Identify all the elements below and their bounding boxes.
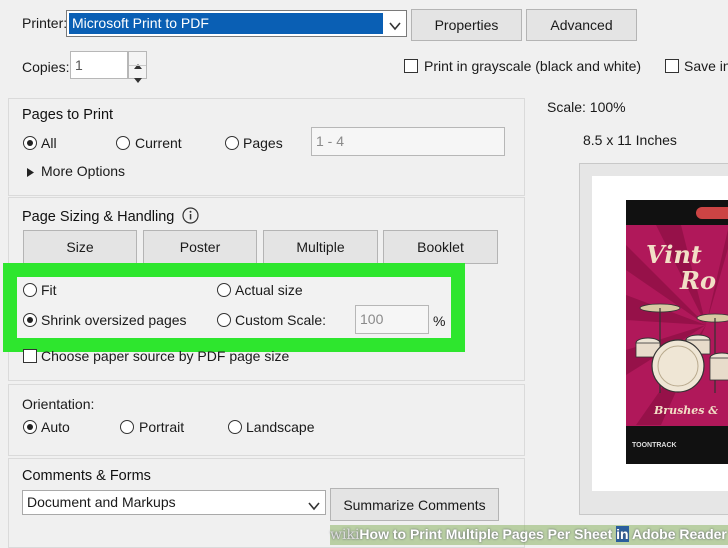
- advanced-button[interactable]: Advanced: [526, 9, 637, 41]
- pages-to-print-heading: Pages to Print: [22, 107, 114, 123]
- stepper-divider: [129, 65, 146, 66]
- comments-forms-heading: Comments & Forms: [22, 468, 151, 484]
- current-page-radio[interactable]: [116, 136, 130, 150]
- printer-select-value: Microsoft Print to PDF: [69, 13, 383, 34]
- drum-kit-graphic: [630, 298, 728, 401]
- orientation-auto-radio[interactable]: [23, 420, 37, 434]
- cover-title-line1: Vint: [646, 240, 702, 269]
- paper-source-label: Choose paper source by PDF page size: [41, 348, 290, 364]
- stepper-down-icon[interactable]: [134, 70, 142, 86]
- summarize-comments-button[interactable]: Summarize Comments: [330, 488, 499, 521]
- custom-scale-input[interactable]: 100: [355, 305, 429, 334]
- shrink-oversized-label: Shrink oversized pages: [41, 312, 187, 328]
- page-sizing-heading: Page Sizing & Handling: [22, 209, 175, 225]
- pages-range-radio[interactable]: [225, 136, 239, 150]
- actual-size-label: Actual size: [235, 282, 303, 298]
- comments-select[interactable]: Document and Markups: [22, 490, 326, 515]
- tab-poster[interactable]: Poster: [143, 230, 257, 264]
- comments-select-value: Document and Markups: [27, 494, 176, 510]
- printer-select[interactable]: Microsoft Print to PDF: [66, 10, 407, 37]
- orientation-portrait-label: Portrait: [139, 419, 185, 435]
- save-ink-label: Save ink: [684, 58, 728, 74]
- paper-size-label: 8.5 x 11 Inches: [583, 132, 677, 148]
- orientation-landscape-radio[interactable]: [228, 420, 242, 434]
- copies-input[interactable]: 1: [70, 51, 128, 79]
- printer-label: Printer:: [22, 15, 68, 31]
- properties-button[interactable]: Properties: [411, 9, 522, 41]
- grayscale-label: Print in grayscale (black and white): [424, 58, 642, 74]
- watermark-text-in: in: [616, 526, 629, 542]
- info-icon[interactable]: [182, 207, 199, 227]
- custom-scale-radio[interactable]: [217, 313, 231, 327]
- cover-brand: TOONTRACK: [632, 442, 677, 449]
- orientation-heading: Orientation:: [22, 396, 95, 412]
- custom-scale-label: Custom Scale:: [235, 312, 327, 328]
- save-ink-checkbox[interactable]: [665, 59, 679, 73]
- watermark-text-pre: How to Print Multiple Pages Per Sheet: [359, 526, 617, 542]
- shrink-oversized-radio[interactable]: [23, 313, 37, 327]
- copies-label: Copies:: [22, 59, 70, 75]
- scale-label: Scale: 100%: [547, 99, 626, 115]
- pages-range-label: Pages: [243, 135, 283, 151]
- chevron-down-icon: [308, 498, 320, 514]
- tab-size[interactable]: Size: [23, 230, 137, 264]
- page-range-input[interactable]: 1 - 4: [311, 127, 505, 156]
- expand-triangle-icon[interactable]: [27, 164, 35, 180]
- fit-label: Fit: [41, 282, 57, 298]
- cover-subtitle: Brushes &: [654, 404, 719, 417]
- page-preview: Vint Ro Brushes & TOONTRACK: [579, 163, 728, 515]
- more-options-link[interactable]: More Options: [41, 163, 125, 179]
- cover-logo: [696, 207, 728, 219]
- watermark-wiki: wiki: [330, 527, 360, 543]
- actual-size-radio[interactable]: [217, 283, 231, 297]
- watermark: wikiHow to Print Multiple Pages Per Shee…: [330, 526, 727, 543]
- fit-radio[interactable]: [23, 283, 37, 297]
- orientation-auto-label: Auto: [41, 419, 70, 435]
- all-pages-radio[interactable]: [23, 136, 37, 150]
- paper-source-checkbox[interactable]: [23, 349, 37, 363]
- cover-title-line2: Ro: [680, 266, 716, 295]
- orientation-portrait-radio[interactable]: [120, 420, 134, 434]
- watermark-text-post: Adobe Reader: [628, 526, 727, 542]
- current-page-label: Current: [135, 135, 182, 151]
- all-pages-label: All: [41, 135, 57, 151]
- grayscale-checkbox[interactable]: [404, 59, 418, 73]
- tab-multiple[interactable]: Multiple: [263, 230, 378, 264]
- percent-label: %: [433, 313, 446, 329]
- orientation-landscape-label: Landscape: [246, 419, 315, 435]
- cover-image: Vint Ro Brushes & TOONTRACK: [626, 200, 728, 464]
- chevron-down-icon: [389, 18, 401, 34]
- copies-stepper[interactable]: [128, 51, 147, 83]
- tab-booklet[interactable]: Booklet: [383, 230, 498, 264]
